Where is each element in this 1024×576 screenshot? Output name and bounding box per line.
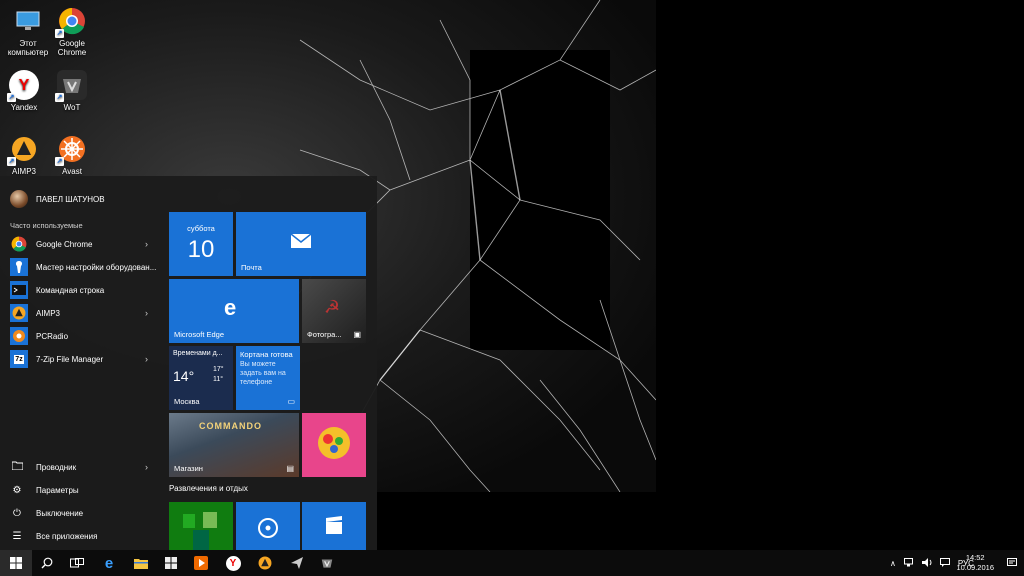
tile-weather[interactable]: Временами д... 14° 17° 11° Москва bbox=[169, 346, 233, 410]
folder-icon bbox=[10, 461, 24, 473]
tile-cortana[interactable]: Кортана готова Вы можете задать вам на т… bbox=[236, 346, 300, 410]
all-apps-icon: ☰ bbox=[12, 530, 22, 542]
tile-calendar[interactable]: суббота 10 bbox=[169, 212, 233, 276]
app-item-pcradio[interactable]: PCRadio bbox=[0, 325, 162, 347]
tile-xbox[interactable] bbox=[169, 502, 233, 550]
wot-icon[interactable] bbox=[312, 550, 342, 576]
action-center-icon[interactable] bbox=[1000, 550, 1024, 576]
frequent-label: Часто используемые bbox=[10, 221, 83, 230]
app-item-7zip[interactable]: 7z 7-Zip File Manager › bbox=[0, 348, 162, 370]
chrome-icon bbox=[10, 235, 28, 253]
arrow-icon[interactable] bbox=[282, 550, 312, 576]
store-bag-icon: ▤ bbox=[286, 464, 294, 473]
settings-item[interactable]: ⚙ Параметры bbox=[0, 480, 162, 500]
search-icon[interactable] bbox=[32, 550, 62, 576]
tile-photos[interactable]: ☭ Фотогра... ▣ bbox=[302, 279, 366, 343]
start-left-column: ПАВЕЛ ШАТУНОВ Часто используемые Google … bbox=[0, 176, 162, 550]
taskbar: e Y ∧ РУС 14:52 10.09.2016 bbox=[0, 550, 1024, 576]
chevron-right-icon[interactable]: › bbox=[145, 239, 148, 249]
pcradio-icon bbox=[10, 327, 28, 345]
edge-icon[interactable]: e bbox=[94, 550, 124, 576]
avast-icon: ↗ bbox=[55, 134, 87, 166]
candy-icon bbox=[318, 427, 350, 459]
media-player-icon[interactable] bbox=[186, 550, 216, 576]
yandex-icon: Y ↗ bbox=[7, 70, 39, 102]
desktop-icon-wot[interactable]: ↗ WoT bbox=[48, 70, 96, 112]
start-menu: ПАВЕЛ ШАТУНОВ Часто используемые Google … bbox=[0, 176, 377, 550]
chevron-right-icon[interactable]: › bbox=[145, 308, 148, 318]
app-item-aimp[interactable]: AIMP3 › bbox=[0, 302, 162, 324]
tile-store[interactable]: COMMANDO Магазин ▤ bbox=[169, 413, 299, 477]
aimp-icon bbox=[10, 304, 28, 322]
avatar bbox=[10, 190, 28, 208]
volume-icon[interactable] bbox=[921, 557, 933, 569]
wizard-icon bbox=[10, 258, 28, 276]
chrome-icon: ↗ bbox=[55, 6, 87, 38]
chevron-right-icon[interactable]: › bbox=[145, 354, 148, 364]
7zip-icon: 7z bbox=[10, 350, 28, 368]
computer-icon bbox=[13, 6, 43, 36]
phone-link-icon: ▭ bbox=[287, 397, 295, 406]
yandex-icon[interactable]: Y bbox=[218, 550, 248, 576]
cmd-icon bbox=[10, 281, 28, 299]
group-label: Развлечения и отдых bbox=[169, 484, 248, 493]
desktop-icon-chrome[interactable]: ↗ Google Chrome bbox=[48, 6, 96, 57]
notification-bubble-icon[interactable] bbox=[939, 557, 950, 569]
desktop-icon-avast[interactable]: ↗ Avast bbox=[48, 134, 96, 176]
app-item-cmd[interactable]: Командная строка bbox=[0, 279, 162, 301]
all-apps-item[interactable]: ☰ Все приложения bbox=[0, 526, 162, 546]
clock[interactable]: 14:52 10.09.2016 bbox=[956, 553, 994, 573]
task-view-icon[interactable] bbox=[62, 550, 92, 576]
app-item-chrome[interactable]: Google Chrome › bbox=[0, 233, 162, 255]
desktop-icon-yandex[interactable]: Y ↗ Yandex bbox=[0, 70, 48, 112]
xbox-avatars-icon bbox=[183, 512, 217, 550]
mail-icon bbox=[290, 233, 312, 253]
tile-edge[interactable]: e Microsoft Edge bbox=[169, 279, 299, 343]
aimp-icon[interactable] bbox=[250, 550, 280, 576]
file-explorer-icon[interactable] bbox=[126, 550, 156, 576]
user-name: ПАВЕЛ ШАТУНОВ bbox=[36, 194, 105, 204]
gear-icon: ⚙ bbox=[12, 484, 22, 496]
network-icon[interactable] bbox=[903, 557, 915, 569]
clock-time: 14:52 bbox=[965, 553, 985, 562]
app-item-hardware-wizard[interactable]: Мастер настройки оборудован... bbox=[0, 256, 162, 278]
music-icon bbox=[258, 518, 278, 538]
edge-icon: e bbox=[224, 295, 237, 320]
photo-icon: ▣ bbox=[353, 330, 361, 339]
clapperboard-icon bbox=[326, 516, 342, 534]
aimp-icon: ↗ bbox=[7, 134, 39, 166]
tile-groove[interactable] bbox=[236, 502, 300, 550]
tile-mail[interactable]: Почта bbox=[236, 212, 366, 276]
desktop-icon-computer[interactable]: Этот компьютер bbox=[4, 6, 52, 57]
windows-start-icon[interactable] bbox=[0, 550, 32, 576]
explorer-item[interactable]: Проводник › bbox=[0, 457, 162, 477]
power-icon: ⏻ bbox=[13, 507, 21, 519]
store-icon[interactable] bbox=[156, 550, 186, 576]
clock-date: 10.09.2016 bbox=[956, 563, 994, 572]
hammer-sickle-icon: ☭ bbox=[324, 297, 341, 317]
wot-icon: ↗ bbox=[55, 70, 87, 102]
chevron-right-icon[interactable]: › bbox=[145, 462, 148, 472]
desktop-icon-aimp[interactable]: ↗ AIMP3 bbox=[0, 134, 48, 176]
user-account[interactable]: ПАВЕЛ ШАТУНОВ bbox=[10, 190, 105, 208]
tile-movies[interactable] bbox=[302, 502, 366, 550]
desktop: Этот компьютер ↗ Google Chrome Y ↗ Yandex… bbox=[0, 0, 1024, 576]
power-item[interactable]: ⏻ Выключение bbox=[0, 503, 162, 523]
chevron-up-icon[interactable]: ∧ bbox=[890, 559, 896, 568]
tile-candy-crush[interactable] bbox=[302, 413, 366, 477]
